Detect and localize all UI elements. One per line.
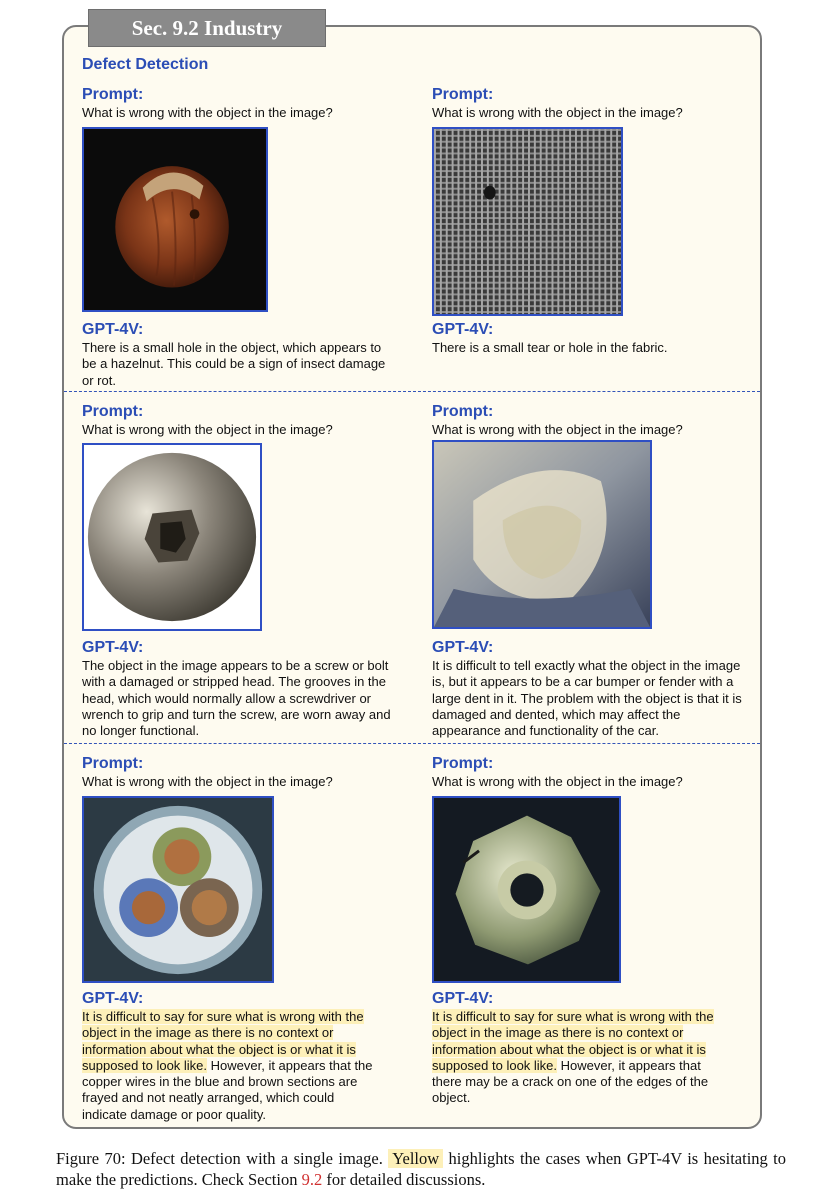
gpt-label: GPT-4V: xyxy=(82,639,144,656)
caption-yellow-swatch: Yellow xyxy=(388,1149,444,1168)
case-hazelnut: Prompt: What is wrong with the object in… xyxy=(82,85,402,121)
screw-image xyxy=(82,443,262,631)
prompt-text: What is wrong with the object in the ima… xyxy=(432,774,683,789)
case-fabric-answer: GPT-4V: There is a small tear or hole in… xyxy=(432,320,752,356)
case-screw-answer: GPT-4V: The object in the image appears … xyxy=(82,638,392,739)
section-tab: Sec. 9.2 Industry xyxy=(88,9,326,47)
hazelnut-image xyxy=(82,127,268,312)
cable-image xyxy=(82,796,274,983)
caption-prefix: Figure 70: Defect detection with a singl… xyxy=(56,1149,383,1168)
case-dented-answer: GPT-4V: It is difficult to tell exactly … xyxy=(432,638,752,739)
answer-text: It is difficult to tell exactly what the… xyxy=(432,658,742,739)
fabric-image xyxy=(432,127,623,316)
gpt-label: GPT-4V: xyxy=(432,990,494,1007)
dented-part-image xyxy=(432,440,652,629)
case-nut-answer: GPT-4V: It is difficult to say for sure … xyxy=(432,989,732,1107)
case-screw: Prompt: What is wrong with the object in… xyxy=(82,402,402,438)
gpt-label: GPT-4V: xyxy=(82,990,144,1007)
prompt-text: What is wrong with the object in the ima… xyxy=(82,105,333,120)
row-divider xyxy=(64,743,760,744)
case-dented: Prompt: What is wrong with the object in… xyxy=(432,402,752,438)
caption-suffix: for detailed discussions. xyxy=(326,1170,486,1189)
answer-text: The object in the image appears to be a … xyxy=(82,658,391,739)
section-reference-link[interactable]: 9.2 xyxy=(302,1170,323,1189)
prompt-text: What is wrong with the object in the ima… xyxy=(432,422,683,437)
prompt-text: What is wrong with the object in the ima… xyxy=(82,774,333,789)
prompt-text: What is wrong with the object in the ima… xyxy=(432,105,683,120)
row-divider xyxy=(64,391,760,392)
answer-text: It is difficult to say for sure what is … xyxy=(82,1009,382,1123)
answer-text: It is difficult to say for sure what is … xyxy=(432,1009,732,1107)
answer-text: There is a small hole in the object, whi… xyxy=(82,340,386,388)
figure-caption: Figure 70: Defect detection with a singl… xyxy=(56,1148,786,1190)
case-nut: Prompt: What is wrong with the object in… xyxy=(432,754,752,790)
case-cable: Prompt: What is wrong with the object in… xyxy=(82,754,402,790)
section-title: Defect Detection xyxy=(82,56,209,73)
prompt-label: Prompt: xyxy=(432,755,494,772)
prompt-label: Prompt: xyxy=(432,86,494,103)
gpt-label: GPT-4V: xyxy=(82,321,144,338)
prompt-label: Prompt: xyxy=(82,755,144,772)
prompt-text: What is wrong with the object in the ima… xyxy=(82,422,333,437)
case-cable-answer: GPT-4V: It is difficult to say for sure … xyxy=(82,989,382,1123)
prompt-label: Prompt: xyxy=(432,403,494,420)
prompt-label: Prompt: xyxy=(82,403,144,420)
prompt-label: Prompt: xyxy=(82,86,144,103)
case-hazelnut-answer: GPT-4V: There is a small hole in the obj… xyxy=(82,320,392,389)
case-fabric: Prompt: What is wrong with the object in… xyxy=(432,85,752,121)
gpt-label: GPT-4V: xyxy=(432,639,494,656)
gpt-label: GPT-4V: xyxy=(432,321,494,338)
metal-nut-image xyxy=(432,796,621,983)
answer-text: There is a small tear or hole in the fab… xyxy=(432,340,668,355)
